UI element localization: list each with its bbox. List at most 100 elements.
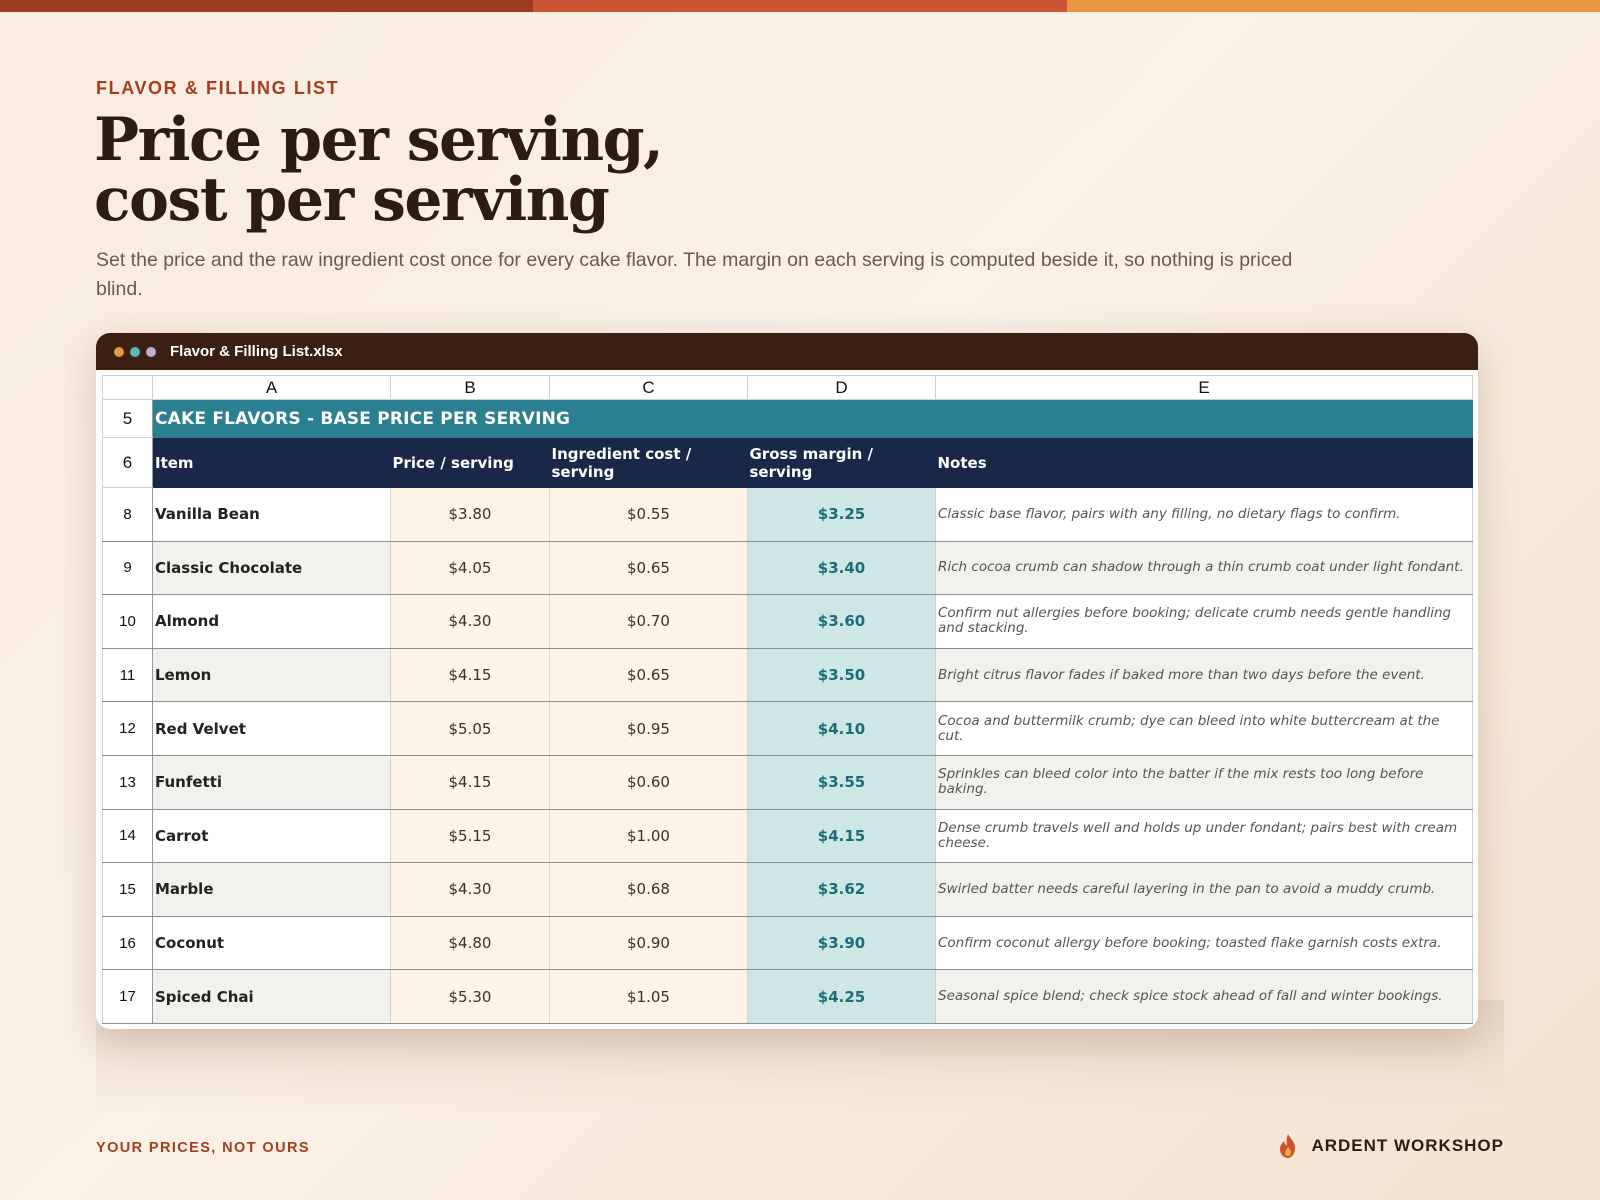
cell-gross-margin[interactable]: $3.62 [747, 862, 936, 917]
cell-item[interactable]: Lemon [152, 648, 391, 703]
cell-price[interactable]: $4.05 [390, 541, 550, 596]
cell-notes[interactable]: Bright citrus flavor fades if baked more… [935, 648, 1473, 703]
row-number[interactable]: 9 [102, 540, 153, 596]
footer-tagline: YOUR PRICES, NOT OURS [96, 1140, 310, 1156]
table-row: 10 Almond $4.30 $0.70 $3.60 Confirm nut aller… [102, 594, 1473, 649]
cell-gross-margin[interactable]: $3.25 [747, 487, 936, 542]
row-number[interactable]: 5 [102, 399, 153, 438]
cell-gross-margin[interactable]: $3.55 [747, 755, 936, 810]
banner-row: 5 CAKE FLAVORS - BASE PRICE PER SERVING [102, 399, 1473, 438]
cell-ingredient-cost[interactable]: $1.00 [549, 809, 748, 864]
cell-item[interactable]: Vanilla Bean [152, 487, 391, 542]
cell-item[interactable]: Classic Chocolate [152, 541, 391, 596]
cell-notes[interactable]: Dense crumb travels well and holds up un… [935, 809, 1473, 864]
select-all-corner[interactable] [102, 375, 153, 400]
flame-icon [1280, 1134, 1296, 1158]
cell-gross-margin[interactable]: $3.60 [747, 594, 936, 649]
page-title-line-1: Price per serving, [94, 105, 664, 175]
spreadsheet-window: Flavor & Filling List.xlsx A B C D E 5 C [96, 333, 1478, 1029]
orange-dot-icon[interactable] [114, 346, 124, 357]
lavender-dot-icon[interactable] [146, 346, 156, 357]
cell-item[interactable]: Coconut [152, 916, 391, 971]
cell-item[interactable]: Funfetti [152, 755, 391, 810]
table-row: 17 Spiced Chai $5.30 $1.05 $4.25 Seasonal spi… [102, 969, 1473, 1024]
cell-item[interactable]: Carrot [152, 809, 391, 864]
table-row: 12 Red Velvet $5.05 $0.95 $4.10 Cocoa and but… [102, 701, 1473, 756]
cell-ingredient-cost[interactable]: $0.68 [549, 862, 748, 917]
cell-gross-margin[interactable]: $3.90 [747, 916, 936, 971]
cell-notes[interactable]: Sprinkles can bleed color into the batte… [935, 755, 1473, 810]
row-number[interactable]: 10 [102, 594, 153, 649]
cell-price[interactable]: $4.15 [390, 755, 550, 810]
cell-ingredient-cost[interactable]: $1.05 [549, 969, 748, 1024]
cell-ingredient-cost[interactable]: $0.95 [549, 701, 748, 756]
column-header-row: A B C D E [102, 375, 1473, 400]
cell-price[interactable]: $5.15 [390, 809, 550, 864]
cell-item[interactable]: Spiced Chai [152, 969, 391, 1024]
cell-gross-margin[interactable]: $3.50 [747, 648, 936, 703]
cell-notes[interactable]: Confirm nut allergies before booking; de… [935, 594, 1473, 649]
cell-notes[interactable]: Classic base flavor, pairs with any fill… [935, 487, 1473, 542]
column-header-e[interactable]: E [935, 375, 1473, 400]
column-header-c[interactable]: C [549, 375, 748, 400]
page-title: Price per serving, cost per serving [94, 110, 994, 230]
cell-price[interactable]: $4.80 [390, 916, 550, 971]
cell-item[interactable]: Almond [152, 594, 391, 649]
cell-notes[interactable]: Cocoa and buttermilk crumb; dye can blee… [935, 701, 1473, 756]
cell-ingredient-cost[interactable]: $0.90 [549, 916, 748, 971]
window-titlebar: Flavor & Filling List.xlsx [96, 333, 1478, 370]
cell-ingredient-cost[interactable]: $0.65 [549, 648, 748, 703]
column-header-b[interactable]: B [390, 375, 550, 400]
cell-ingredient-cost[interactable]: $0.55 [549, 487, 748, 542]
teal-dot-icon[interactable] [130, 346, 140, 357]
cell-notes[interactable]: Seasonal spice blend; check spice stock … [935, 969, 1473, 1024]
cell-gross-margin[interactable]: $3.40 [747, 541, 936, 596]
cell-price[interactable]: $4.30 [390, 862, 550, 917]
row-number[interactable]: 14 [102, 808, 153, 864]
cell-notes[interactable]: Swirled batter needs careful layering in… [935, 862, 1473, 917]
cell-gross-margin[interactable]: $4.25 [747, 969, 936, 1024]
page-title-line-2: cost per serving [94, 165, 610, 235]
row-number[interactable]: 17 [102, 969, 153, 1024]
spreadsheet-grid: A B C D E 5 CAKE FLAVORS - BASE PRICE PE… [102, 375, 1473, 1024]
row-number[interactable]: 15 [102, 862, 153, 917]
column-header-a[interactable]: A [152, 375, 391, 400]
table-row: 13 Funfetti $4.15 $0.60 $3.55 Sprinkles can b… [102, 754, 1473, 810]
cell-gross-margin[interactable]: $4.10 [747, 701, 936, 756]
cell-ingredient-cost[interactable]: $0.60 [549, 755, 748, 810]
cell-ingredient-cost[interactable]: $0.70 [549, 594, 748, 649]
header-cell-item[interactable]: Item [152, 437, 391, 488]
header-cell-price[interactable]: Price / serving [390, 437, 550, 488]
column-header-d[interactable]: D [747, 375, 936, 400]
brand-name: ARDENT WORKSHOP [1311, 1136, 1504, 1155]
cell-price[interactable]: $4.15 [390, 648, 550, 703]
row-number[interactable]: 13 [102, 754, 153, 810]
stripe-segment-mid [533, 0, 1067, 12]
table-row: 9 Classic Chocolate $4.05 $0.65 $3.40 Rich co… [102, 540, 1473, 596]
header-cell-cost[interactable]: Ingredient cost / serving [549, 437, 748, 488]
row-number[interactable]: 8 [102, 487, 153, 542]
row-number[interactable]: 16 [102, 915, 153, 971]
row-number[interactable]: 11 [102, 647, 153, 703]
cell-price[interactable]: $3.80 [390, 487, 550, 542]
footer-brand: ARDENT WORKSHOP [1277, 1133, 1504, 1159]
cell-item[interactable]: Red Velvet [152, 701, 391, 756]
header-cell-margin[interactable]: Gross margin / serving [747, 437, 936, 488]
table-row: 16 Coconut $4.80 $0.90 $3.90 Confirm coconut … [102, 915, 1473, 971]
stripe-segment-dark [0, 0, 534, 12]
section-banner-cell[interactable]: CAKE FLAVORS - BASE PRICE PER SERVING [152, 399, 1473, 438]
stripe-segment-light [1066, 0, 1600, 12]
cell-gross-margin[interactable]: $4.15 [747, 809, 936, 864]
window-filename: Flavor & Filling List.xlsx [170, 343, 343, 360]
row-number[interactable]: 6 [102, 437, 153, 488]
row-number[interactable]: 12 [102, 701, 153, 756]
cell-price[interactable]: $5.05 [390, 701, 550, 756]
table-row: 15 Marble $4.30 $0.68 $3.62 Swirled batter ne… [102, 862, 1473, 917]
cell-notes[interactable]: Confirm coconut allergy before booking; … [935, 916, 1473, 971]
cell-item[interactable]: Marble [152, 862, 391, 917]
header-cell-notes[interactable]: Notes [935, 437, 1473, 488]
cell-price[interactable]: $5.30 [390, 969, 550, 1024]
cell-ingredient-cost[interactable]: $0.65 [549, 541, 748, 596]
cell-notes[interactable]: Rich cocoa crumb can shadow through a th… [935, 541, 1473, 596]
cell-price[interactable]: $4.30 [390, 594, 550, 649]
